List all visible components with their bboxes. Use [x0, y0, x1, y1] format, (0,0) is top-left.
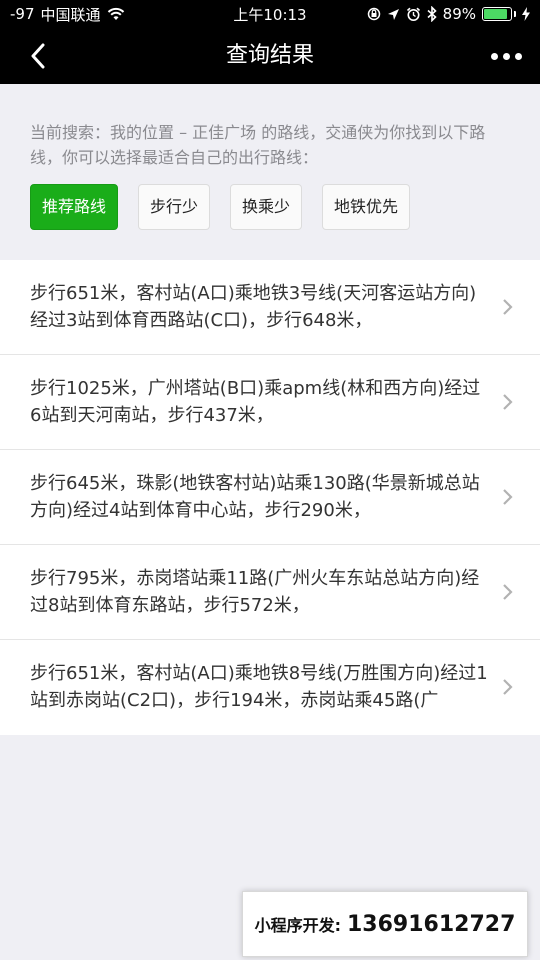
- promo-label: 小程序开发:: [254, 916, 341, 935]
- promo-banner[interactable]: 小程序开发: 13691612727: [242, 891, 528, 957]
- route-text: 步行795米，赤岗塔站乘11路(广州火车东站总站方向)经过8站到体育东路站，步行…: [30, 568, 480, 616]
- route-item[interactable]: 步行645米，珠影(地铁客村站)站乘130路(华景新城总站方向)经过4站到体育中…: [0, 450, 540, 545]
- search-summary: 当前搜索：我的位置 – 正佳广场 的路线，交通侠为你找到以下路线，你可以选择最适…: [0, 84, 540, 260]
- status-bar: -97 中国联通 上午10:13 89%: [0, 0, 540, 28]
- charging-icon: [522, 7, 530, 21]
- wifi-icon: [107, 7, 124, 20]
- chevron-right-icon: [503, 394, 513, 410]
- battery-percent: 89%: [442, 5, 476, 23]
- route-item[interactable]: 步行795米，赤岗塔站乘11路(广州火车东站总站方向)经过8站到体育东路站，步行…: [0, 545, 540, 640]
- location-icon: [387, 8, 399, 20]
- option-recommended[interactable]: 推荐路线: [30, 184, 119, 230]
- chevron-right-icon: [503, 299, 513, 315]
- alarm-icon: [406, 7, 420, 21]
- route-text: 步行645米，珠影(地铁客村站)站乘130路(华景新城总站方向)经过4站到体育中…: [30, 473, 480, 521]
- route-text: 步行1025米，广州塔站(B口)乘apm线(林和西方向)经过6站到天河南站，步行…: [30, 378, 481, 426]
- option-fewer-transfers[interactable]: 换乘少: [230, 184, 303, 230]
- nav-bar: 查询结果: [0, 28, 540, 84]
- option-less-walking[interactable]: 步行少: [138, 184, 211, 230]
- route-list: 步行651米，客村站(A口)乘地铁3号线(天河客运站方向)经过3站到体育西路站(…: [0, 260, 540, 735]
- promo-phone: 13691612727: [347, 911, 516, 937]
- more-button[interactable]: [491, 40, 522, 72]
- chevron-right-icon: [503, 489, 513, 505]
- battery-icon: [482, 7, 516, 21]
- status-left: -97 中国联通: [10, 4, 125, 25]
- battery-tip: [514, 11, 516, 17]
- orientation-lock-icon: [367, 7, 380, 21]
- battery-fill: [484, 9, 508, 19]
- more-dots-icon: [491, 52, 498, 60]
- chevron-right-icon: [503, 584, 513, 600]
- more-dots-icon: [515, 52, 522, 60]
- option-subway-first[interactable]: 地铁优先: [322, 184, 411, 230]
- status-right: 89%: [367, 5, 530, 23]
- more-dots-icon: [503, 52, 510, 60]
- route-options: 推荐路线 步行少 换乘少 地铁优先: [30, 184, 510, 230]
- page-title: 查询结果: [225, 43, 314, 68]
- search-description: 当前搜索：我的位置 – 正佳广场 的路线，交通侠为你找到以下路线，你可以选择最适…: [30, 123, 486, 167]
- route-item[interactable]: 步行1025米，广州塔站(B口)乘apm线(林和西方向)经过6站到天河南站，步行…: [0, 355, 540, 450]
- route-text: 步行651米，客村站(A口)乘地铁8号线(万胜围方向)经过1站到赤岗站(C2口)…: [30, 663, 488, 711]
- route-item[interactable]: 步行651米，客村站(A口)乘地铁8号线(万胜围方向)经过1站到赤岗站(C2口)…: [0, 640, 540, 735]
- carrier-name: 中国联通: [40, 5, 101, 24]
- battery-body: [482, 7, 512, 21]
- bluetooth-icon: [427, 6, 437, 22]
- signal-strength: -97: [10, 5, 35, 23]
- chevron-right-icon: [503, 679, 513, 695]
- route-item[interactable]: 步行651米，客村站(A口)乘地铁3号线(天河客运站方向)经过3站到体育西路站(…: [0, 260, 540, 355]
- route-text: 步行651米，客村站(A口)乘地铁3号线(天河客运站方向)经过3站到体育西路站(…: [30, 283, 477, 331]
